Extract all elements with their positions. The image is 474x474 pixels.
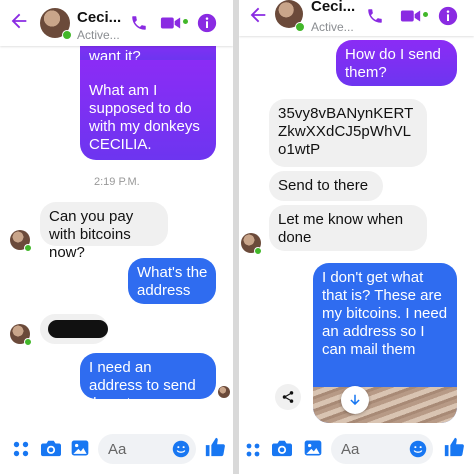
message-bubble[interactable]: What's the address xyxy=(128,258,216,304)
like-icon[interactable] xyxy=(204,436,226,458)
scroll-down-button[interactable] xyxy=(341,386,369,414)
camera-icon[interactable] xyxy=(271,438,293,458)
info-icon[interactable] xyxy=(197,13,217,33)
active-status: Active... xyxy=(311,20,354,34)
contact-name[interactable]: Ceci... xyxy=(77,9,127,26)
message-text: What's the address xyxy=(137,264,208,299)
message-bubble[interactable]: I need an address to send them to xyxy=(80,353,216,412)
chat-header: Ceci... Active... xyxy=(239,0,474,36)
video-icon[interactable] xyxy=(400,8,422,24)
timestamp: 2:19 P.M. xyxy=(94,176,140,188)
online-indicator xyxy=(24,244,32,252)
apps-icon[interactable] xyxy=(245,442,261,458)
online-indicator xyxy=(254,247,262,255)
message-bubble[interactable]: Can you pay with bitcoins now? xyxy=(40,202,168,261)
message-text: Send to there xyxy=(278,177,369,194)
online-indicator xyxy=(295,22,305,32)
message-bubble[interactable]: Let me know when done xyxy=(269,205,427,251)
phone-icon[interactable] xyxy=(130,14,148,32)
scroll-down-icon xyxy=(350,394,360,406)
input-placeholder: Aa xyxy=(341,441,360,458)
active-status: Active... xyxy=(77,28,120,42)
back-arrow-icon[interactable] xyxy=(247,4,269,26)
composer-bar: Aa xyxy=(239,424,474,474)
message-bubble[interactable]: 35vy8vBANynKERT ZkwXXdCJ5pWhVL o1wtP xyxy=(269,99,427,167)
online-indicator xyxy=(24,338,32,346)
message-text: Let me know when done xyxy=(278,211,404,246)
image-icon[interactable] xyxy=(303,438,323,458)
share-button[interactable] xyxy=(275,384,301,410)
apps-icon[interactable] xyxy=(12,440,30,458)
message-text: I need an address to send them to xyxy=(89,359,196,412)
message-bubble[interactable]: What am I supposed to do with my donkeys… xyxy=(80,60,216,160)
emoji-icon[interactable] xyxy=(409,440,427,458)
redaction-mark xyxy=(48,320,108,338)
message-text: What am I supposed to do with my donkeys… xyxy=(89,82,200,153)
message-text: How do I send them? xyxy=(345,46,441,81)
info-icon[interactable] xyxy=(438,6,458,26)
message-bubble[interactable]: Send to there xyxy=(269,171,383,201)
message-input[interactable]: Aa xyxy=(98,434,196,464)
camera-icon[interactable] xyxy=(40,438,62,458)
seen-avatar xyxy=(218,386,230,398)
message-text: 35vy8vBANynKERT ZkwXXdCJ5pWhVL o1wtP xyxy=(278,105,414,158)
message-text: I don't get what that is? These are my b… xyxy=(322,269,448,358)
message-bubble[interactable]: How do I send them? xyxy=(336,40,457,86)
left-chat-panel: Ceci... Active... want it? What am I sup… xyxy=(0,0,233,474)
redacted-message-bubble[interactable] xyxy=(40,314,108,344)
phone-icon[interactable] xyxy=(366,7,384,25)
video-online-dot xyxy=(423,12,428,17)
back-arrow-icon[interactable] xyxy=(8,10,30,32)
input-placeholder: Aa xyxy=(108,441,127,458)
online-indicator xyxy=(62,30,72,40)
chat-header: Ceci... Active... xyxy=(0,0,233,46)
contact-name[interactable]: Ceci... xyxy=(311,0,361,12)
message-input[interactable]: Aa xyxy=(331,434,433,464)
share-icon xyxy=(282,391,294,403)
attached-photo[interactable] xyxy=(313,387,457,423)
like-icon[interactable] xyxy=(443,436,465,458)
composer-bar: Aa xyxy=(0,424,233,474)
image-icon[interactable] xyxy=(70,438,90,458)
message-text: Can you pay with bitcoins now? xyxy=(49,208,134,261)
emoji-icon[interactable] xyxy=(172,440,190,458)
message-bubble[interactable]: I don't get what that is? These are my b… xyxy=(313,263,457,423)
video-icon[interactable] xyxy=(160,15,182,31)
video-online-dot xyxy=(183,19,188,24)
right-chat-panel: Ceci... Active... How do I send them? 35… xyxy=(239,0,474,474)
